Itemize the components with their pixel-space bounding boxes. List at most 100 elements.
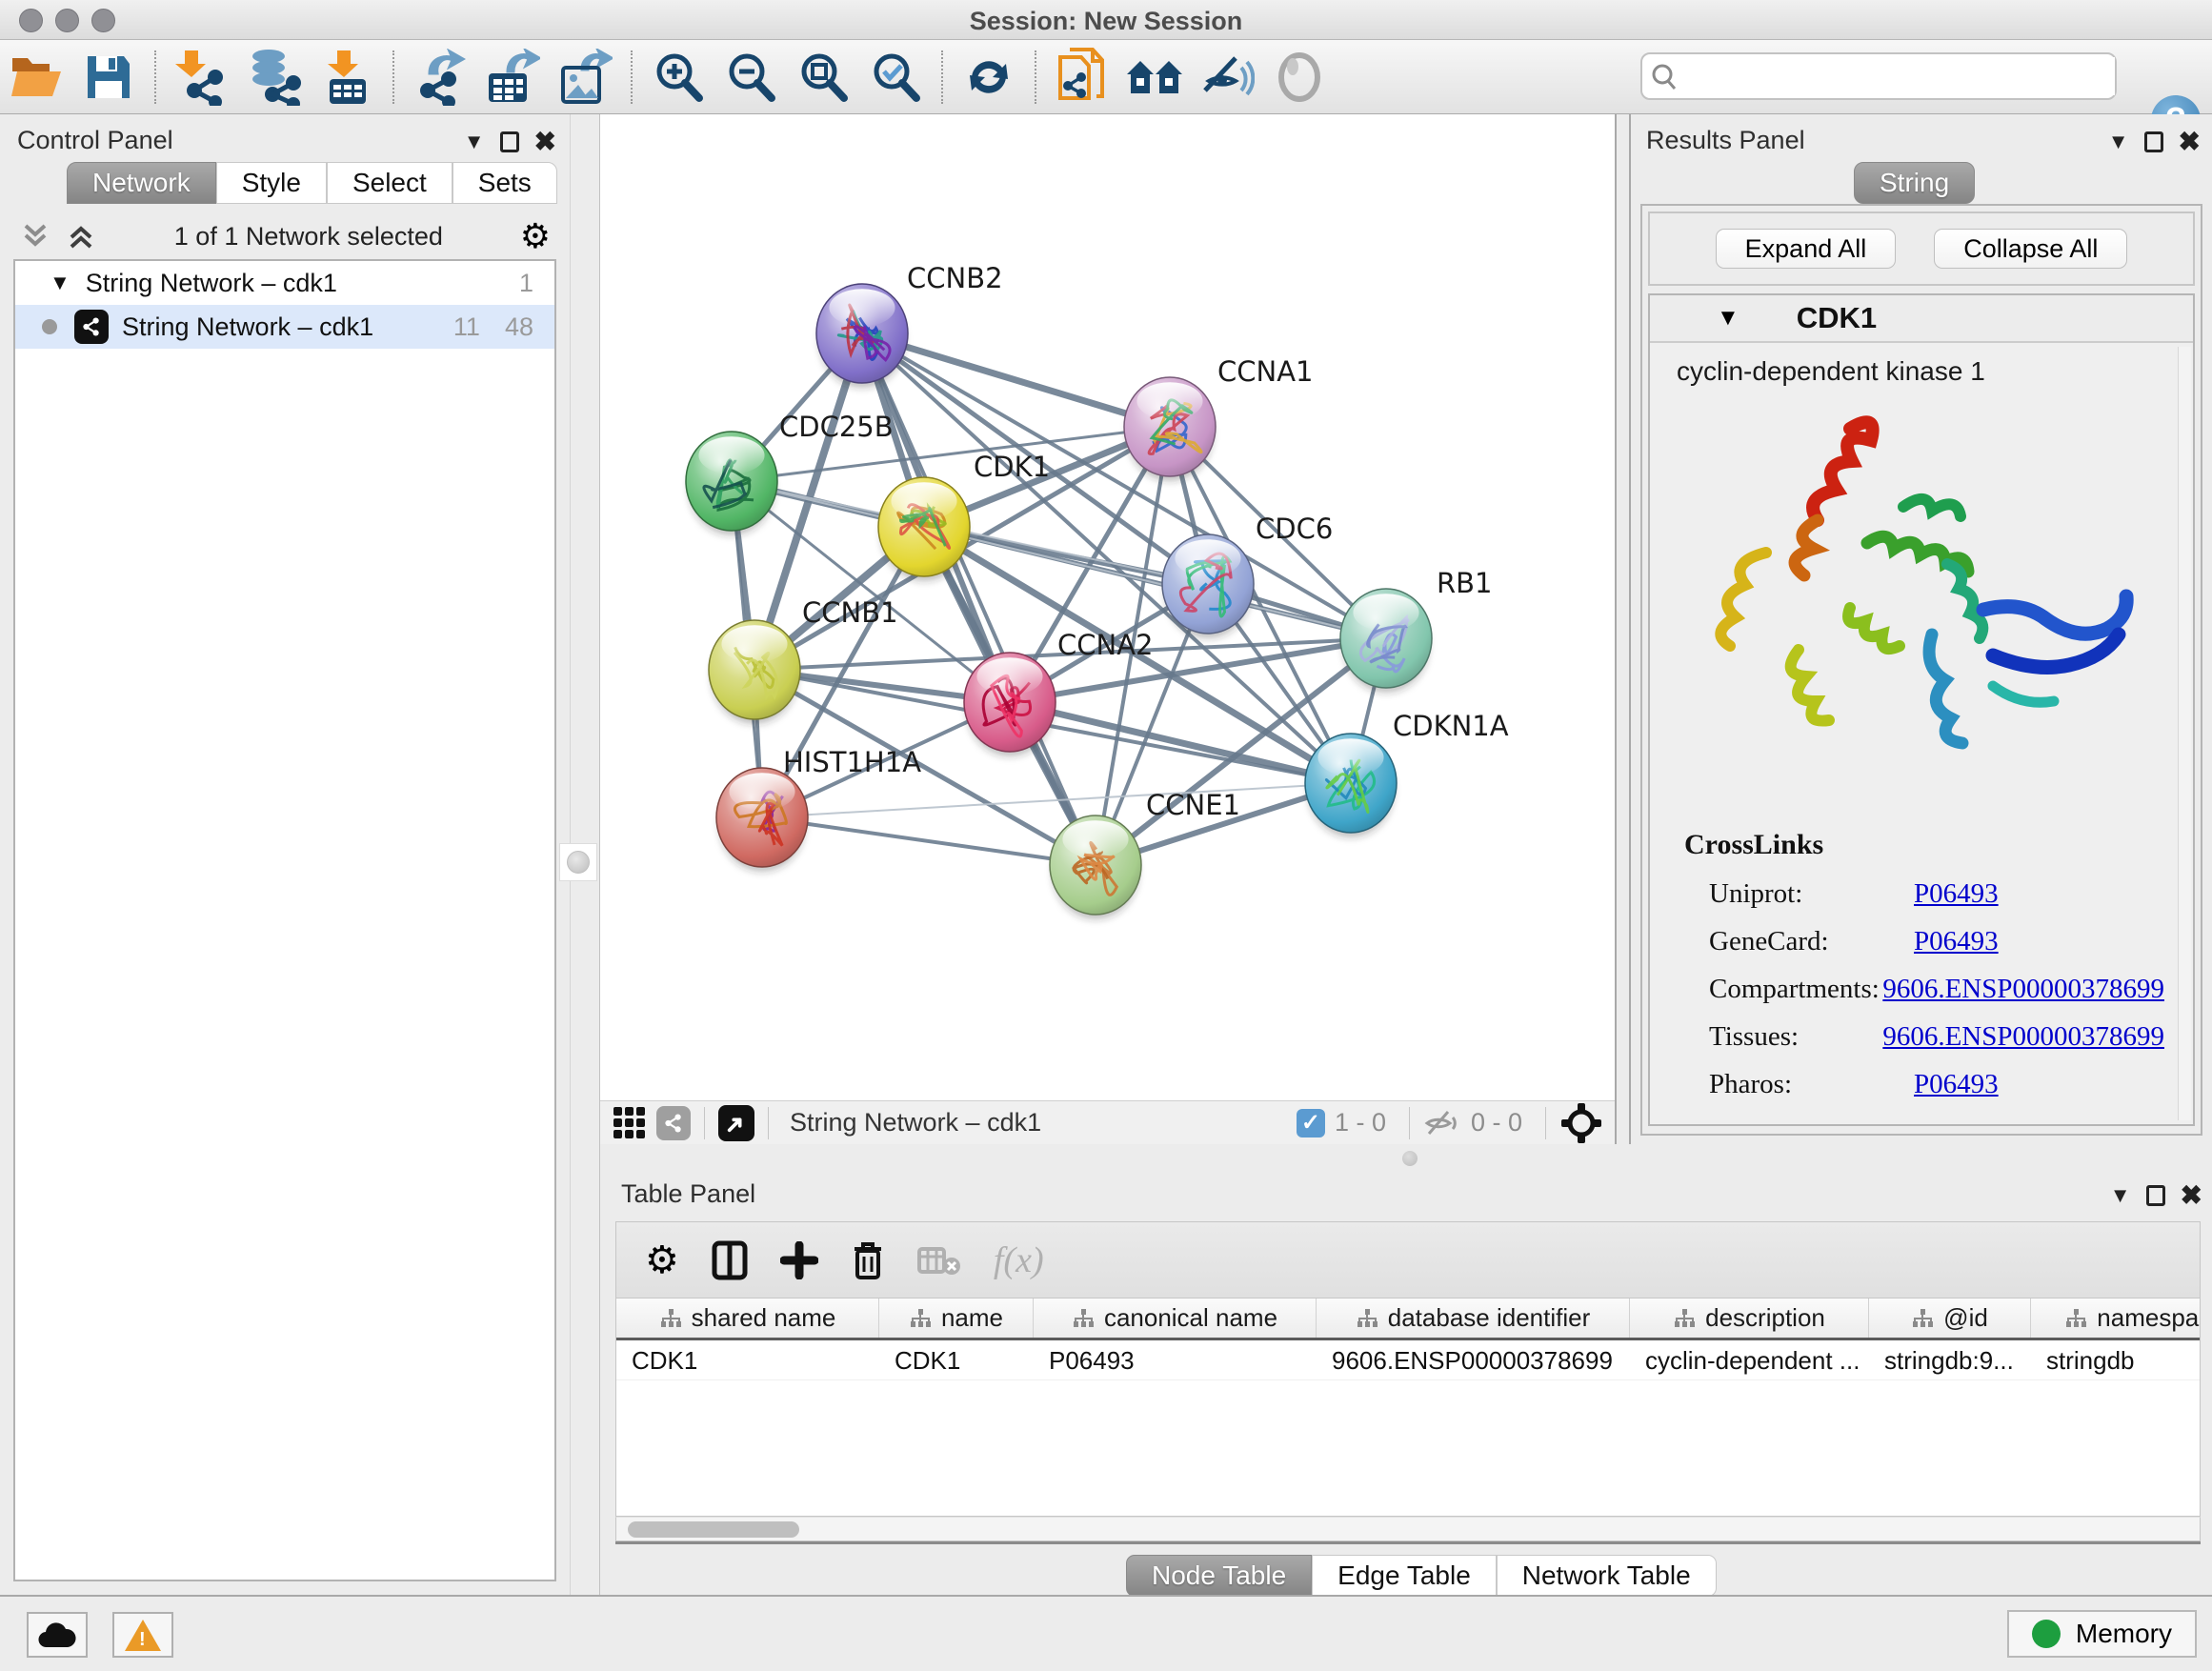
close-panel-icon[interactable]: ✖ (2179, 126, 2201, 157)
add-column-icon[interactable] (780, 1241, 818, 1279)
hscroll-thumb[interactable] (628, 1521, 799, 1538)
tab-sets[interactable]: Sets (452, 162, 557, 204)
network-collection-row[interactable]: ▼ String Network – cdk1 1 (15, 261, 554, 305)
network-node-CCNE1[interactable]: CCNE1 (1050, 789, 1240, 919)
left-splitter[interactable] (570, 114, 600, 1595)
network-node-count: 11 (453, 312, 480, 342)
network-node-CCNA1[interactable]: CCNA1 (1124, 355, 1313, 481)
network-node-RB1[interactable]: RB1 (1340, 567, 1493, 693)
tab-string[interactable]: String (1854, 162, 1975, 204)
float-panel-icon[interactable] (500, 131, 519, 152)
table-row[interactable]: CDK1CDK1P064939606.ENSP00000378699cyclin… (616, 1340, 2200, 1380)
cell-name[interactable]: CDK1 (879, 1340, 1034, 1379)
inspect-disabled-icon[interactable] (1270, 48, 1329, 107)
import-table-file-icon[interactable] (317, 48, 376, 107)
selected-nodes-checkbox[interactable]: ✓ (1297, 1109, 1325, 1137)
network-view-toolbar: String Network – cdk1 ✓ 1 - 0 0 - 0 (600, 1100, 1615, 1144)
export-image-icon[interactable] (555, 48, 614, 107)
import-network-database-icon[interactable] (245, 48, 304, 107)
network-node-CCNB1[interactable]: CCNB1 (709, 596, 898, 724)
open-session-icon[interactable] (7, 48, 66, 107)
network-view-string-icon[interactable] (656, 1106, 691, 1140)
search-input[interactable] (1686, 57, 2115, 95)
warning-status-button[interactable]: ! (112, 1612, 173, 1658)
zoom-in-icon[interactable] (649, 48, 708, 107)
tab-network-table[interactable]: Network Table (1497, 1555, 1717, 1597)
network-row-selected[interactable]: String Network – cdk1 11 48 (15, 305, 554, 349)
tab-select[interactable]: Select (327, 162, 452, 204)
collapse-all-button[interactable]: Collapse All (1934, 229, 2127, 269)
cell-description[interactable]: cyclin-dependent ... (1630, 1340, 1869, 1379)
right-splitter[interactable] (1615, 114, 1631, 1144)
panel-menu-icon[interactable]: ▼ (464, 130, 485, 154)
float-panel-icon[interactable] (2146, 1185, 2165, 1206)
node-card-expander-icon[interactable]: ▼ (1717, 305, 1739, 332)
zoom-selected-icon[interactable] (866, 48, 925, 107)
table-hscrollbar[interactable] (615, 1517, 2201, 1541)
tab-edge-table[interactable]: Edge Table (1312, 1555, 1497, 1597)
network-edge-count: 48 (505, 312, 533, 342)
crosslink-link[interactable]: P06493 (1914, 878, 1999, 910)
crosslink-link[interactable]: P06493 (1914, 926, 1999, 957)
tab-network[interactable]: Network (67, 162, 216, 204)
save-session-icon[interactable] (79, 48, 138, 107)
birds-eye-crosshair-icon[interactable] (1559, 1101, 1603, 1145)
cloud-status-button[interactable] (27, 1612, 88, 1658)
close-panel-icon[interactable]: ✖ (2181, 1179, 2202, 1211)
share-document-icon[interactable] (1053, 48, 1112, 107)
expand-all-networks-icon[interactable] (65, 220, 97, 252)
float-panel-icon[interactable] (2144, 131, 2163, 152)
cell-database-identifier[interactable]: 9606.ENSP00000378699 (1317, 1340, 1630, 1379)
hidden-eye-icon[interactable] (1423, 1109, 1461, 1137)
network-canvas[interactable]: CCNB2 CCNA1 CDC25B CDK1 CDC6 (600, 114, 1615, 1100)
collapse-all-networks-icon[interactable] (19, 220, 51, 252)
close-panel-icon[interactable]: ✖ (534, 126, 556, 157)
table-settings-gear-icon[interactable]: ⚙ (645, 1238, 679, 1282)
detach-view-icon[interactable] (718, 1105, 754, 1141)
show-columns-icon[interactable] (712, 1240, 748, 1280)
column-header-canonical-name[interactable]: canonical name (1034, 1299, 1317, 1338)
collection-expander-icon[interactable]: ▼ (50, 271, 70, 295)
node-table[interactable]: shared namenamecanonical namedatabase id… (615, 1298, 2201, 1517)
string-network-graph[interactable]: CCNB2 CCNA1 CDC25B CDK1 CDC6 (600, 114, 1615, 1100)
apply-layout-refresh-icon[interactable] (959, 48, 1018, 107)
tab-style[interactable]: Style (216, 162, 327, 204)
cell-@id[interactable]: stringdb:9... (1869, 1340, 2031, 1379)
network-node-CDKN1A[interactable]: CDKN1A (1305, 710, 1509, 837)
bottom-splitter-handle[interactable] (1402, 1151, 1418, 1166)
column-header-@id[interactable]: @id (1869, 1299, 2031, 1338)
cell-shared-name[interactable]: CDK1 (616, 1340, 879, 1379)
left-splitter-handle[interactable] (559, 843, 597, 881)
window-title: Session: New Session (0, 7, 2212, 36)
panel-menu-icon[interactable]: ▼ (2108, 130, 2129, 154)
network-node-HIST1H1A[interactable]: HIST1H1A (716, 746, 921, 872)
column-header-namespace[interactable]: namespace (2031, 1299, 2201, 1338)
panel-menu-icon[interactable]: ▼ (2110, 1183, 2131, 1208)
bottom-splitter[interactable] (600, 1144, 2212, 1172)
column-header-shared-name[interactable]: shared name (616, 1299, 879, 1338)
results-scrollbar[interactable] (2178, 347, 2191, 1120)
tab-node-table[interactable]: Node Table (1126, 1555, 1312, 1597)
import-network-file-icon[interactable] (172, 48, 231, 107)
network-options-gear-icon[interactable]: ⚙ (520, 216, 551, 256)
grid-view-icon[interactable] (613, 1107, 645, 1138)
node-card-header[interactable]: ▼ CDK1 (1650, 295, 2193, 343)
cell-canonical-name[interactable]: P06493 (1034, 1340, 1317, 1379)
delete-column-icon[interactable] (851, 1239, 885, 1281)
column-header-name[interactable]: name (879, 1299, 1034, 1338)
crosslink-link[interactable]: P06493 (1914, 1069, 1999, 1100)
cell-namespace[interactable]: stringdb (2031, 1340, 2201, 1379)
column-header-description[interactable]: description (1630, 1299, 1869, 1338)
hide-unhide-icon[interactable] (1197, 48, 1257, 107)
crosslink-link[interactable]: 9606.ENSP00000378699 (1882, 974, 2164, 1005)
crosslink-link[interactable]: 9606.ENSP00000378699 (1882, 1021, 2164, 1053)
export-network-icon[interactable] (411, 48, 470, 107)
search-box[interactable] (1640, 52, 2117, 100)
memory-button[interactable]: Memory (2007, 1610, 2197, 1658)
export-table-icon[interactable] (483, 48, 542, 107)
expand-all-button[interactable]: Expand All (1716, 229, 1897, 269)
zoom-out-icon[interactable] (721, 48, 780, 107)
zoom-fit-icon[interactable] (794, 48, 853, 107)
column-header-database-identifier[interactable]: database identifier (1317, 1299, 1630, 1338)
string-home-icon[interactable] (1125, 48, 1184, 107)
